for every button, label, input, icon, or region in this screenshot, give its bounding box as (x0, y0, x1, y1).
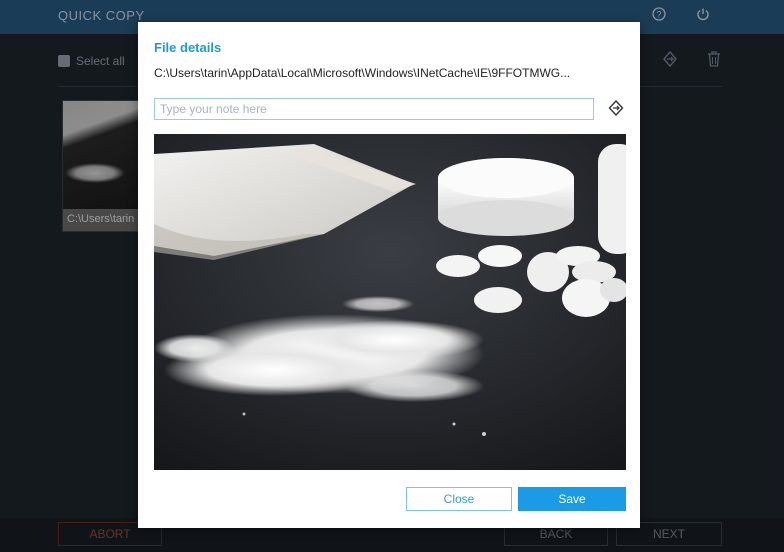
save-button[interactable]: Save (518, 487, 626, 511)
file-path: C:\Users\tarin\AppData\Local\Microsoft\W… (154, 66, 571, 80)
restore-icon[interactable] (606, 99, 626, 119)
note-input[interactable] (154, 98, 594, 120)
file-details-dialog: File details C:\Users\tarin\AppData\Loca… (138, 22, 640, 528)
close-button[interactable]: Close (406, 487, 512, 511)
dialog-title: File details (154, 40, 222, 55)
file-preview-image (154, 134, 626, 470)
